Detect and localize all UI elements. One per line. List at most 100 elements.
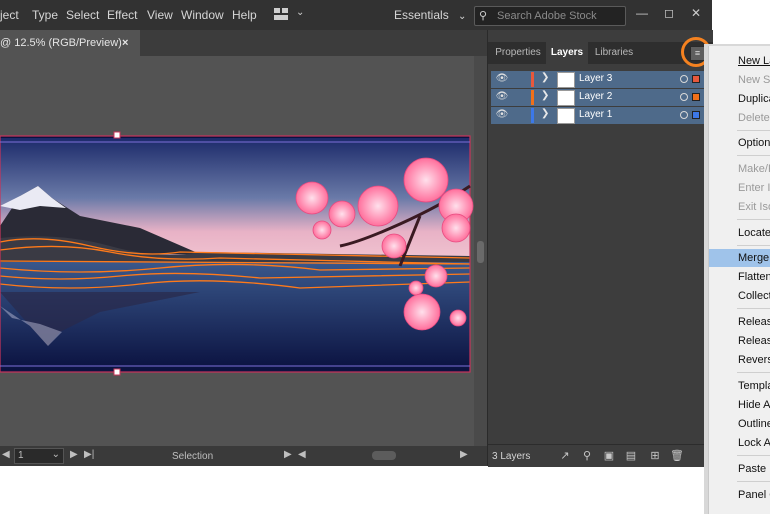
tab-properties[interactable]: Properties — [492, 42, 544, 64]
layer-row-2[interactable]: 👁 ❯ Layer 2 — [491, 89, 705, 107]
horizontal-scroll-thumb[interactable] — [372, 451, 396, 460]
clipping-mask-icon[interactable]: ▣ — [602, 449, 616, 463]
layer-target-icon[interactable] — [680, 93, 688, 101]
locate-object-icon[interactable]: ⚲ — [580, 449, 594, 463]
artboard-number: 1 — [18, 450, 24, 461]
artwork[interactable] — [0, 56, 474, 446]
menu-select[interactable]: Select — [66, 8, 99, 22]
layer-selection-square[interactable] — [692, 93, 700, 101]
close-window-button[interactable]: ✕ — [684, 2, 708, 24]
scrollbar-thumb[interactable] — [477, 241, 484, 263]
menu-delete: Delete — [709, 109, 770, 127]
expand-chevron-icon[interactable]: ❯ — [541, 108, 549, 119]
minimize-button[interactable]: — — [630, 2, 654, 24]
vertical-scrollbar[interactable] — [474, 56, 487, 446]
layer-name[interactable]: Layer 3 — [579, 73, 612, 84]
menu-flatten[interactable]: Flatten — [709, 268, 770, 286]
menu-effect[interactable]: Effect — [107, 8, 137, 22]
menu-duplicate[interactable]: Duplica — [709, 90, 770, 108]
menu-new-layer[interactable]: New La — [709, 52, 770, 70]
arrange-documents-icon[interactable] — [274, 8, 288, 20]
tab-libraries[interactable]: Libraries — [590, 42, 638, 64]
menu-view[interactable]: View — [147, 8, 173, 22]
menu-object[interactable]: ject — [0, 8, 19, 22]
scroll-right-icon[interactable]: ▶ — [460, 449, 468, 460]
layer-color-bar — [531, 72, 534, 87]
workspace-switcher[interactable]: Essentials ⌄ — [394, 8, 466, 22]
prev-artboard-icon[interactable]: ◀ — [2, 449, 10, 460]
layer-selection-square[interactable] — [692, 111, 700, 119]
layer-target-icon[interactable] — [680, 75, 688, 83]
layer-color-bar — [531, 108, 534, 123]
layer-name[interactable]: Layer 2 — [579, 91, 612, 102]
search-placeholder: Search Adobe Stock — [497, 10, 597, 22]
layer-name[interactable]: Layer 1 — [579, 109, 612, 120]
chevron-down-icon[interactable]: ⌄ — [296, 7, 304, 18]
layer-row-1[interactable]: 👁 ❯ Layer 1 — [491, 107, 705, 125]
menu-locate[interactable]: Locate — [709, 224, 770, 242]
search-icon: ⚲ — [479, 10, 488, 22]
menu-item-label: Duplica — [738, 93, 770, 105]
menu-item-label: Lock A — [738, 437, 770, 449]
menu-help[interactable]: Help — [232, 8, 257, 22]
menu-exit-isolation: Exit Iso — [709, 198, 770, 216]
menu-item-label: Exit Iso — [738, 201, 770, 213]
delete-layer-icon[interactable]: 🗑 — [670, 449, 684, 463]
chevron-down-icon: ⌄ — [458, 11, 467, 22]
menu-reverse-order[interactable]: Reverse — [709, 351, 770, 369]
menu-item-label: Make/R — [738, 163, 770, 175]
scroll-left-icon[interactable]: ◀ — [298, 449, 306, 460]
chevron-down-icon: ⌄ — [51, 449, 60, 460]
menu-lock-all[interactable]: Lock A — [709, 434, 770, 452]
maximize-button[interactable]: ◻ — [657, 2, 681, 24]
menu-item-label: Locate — [738, 227, 770, 239]
menu-release-build[interactable]: Release — [709, 332, 770, 350]
menu-hide-all[interactable]: Hide A — [709, 396, 770, 414]
new-sublayer-icon[interactable]: ▤ — [624, 449, 638, 463]
layers-panel: Properties Layers Libraries 👁 ❯ Layer 3 … — [487, 30, 713, 467]
menu-item-label: Release — [738, 316, 770, 328]
menu-window[interactable]: Window — [181, 8, 224, 22]
search-adobe-stock-input[interactable]: ⚲ Search Adobe Stock — [474, 6, 626, 26]
visibility-eye-icon[interactable]: 👁 — [495, 91, 509, 103]
panel-menu-icon[interactable]: ≡ — [690, 46, 705, 61]
tab-layers[interactable]: Layers — [546, 42, 588, 64]
artboard-number-field[interactable]: 1 ⌄ — [14, 448, 64, 464]
layer-thumbnail — [557, 108, 575, 124]
menu-collect[interactable]: Collect — [709, 287, 770, 305]
last-artboard-icon[interactable]: ▶| — [84, 449, 94, 460]
layer-selection-square[interactable] — [692, 75, 700, 83]
menu-item-label: Reverse — [738, 354, 770, 366]
expand-chevron-icon[interactable]: ❯ — [541, 72, 549, 83]
layer-row-3[interactable]: 👁 ❯ Layer 3 — [491, 71, 705, 89]
status-menu-icon[interactable]: ▶ — [284, 449, 292, 460]
menu-separator — [737, 219, 770, 220]
layer-thumbnail — [557, 90, 575, 106]
next-artboard-icon[interactable]: ▶ — [70, 449, 78, 460]
document-tab[interactable]: @ 12.5% (RGB/Preview) × — [0, 30, 140, 56]
menu-merge[interactable]: Merge — [709, 249, 770, 267]
menu-item-label: Flatten — [738, 271, 770, 283]
menu-separator — [737, 372, 770, 373]
menu-paste-remembers[interactable]: Paste R — [709, 460, 770, 478]
canvas-area[interactable] — [0, 56, 474, 446]
menu-outline[interactable]: Outline — [709, 415, 770, 433]
menu-panel-options[interactable]: Panel O — [709, 486, 770, 504]
close-tab-icon[interactable]: × — [122, 30, 128, 56]
new-layer-icon[interactable]: ⊞ — [648, 449, 662, 463]
expand-chevron-icon[interactable]: ❯ — [541, 90, 549, 101]
export-icon[interactable]: ↗ — [558, 449, 572, 463]
menu-release-sequence[interactable]: Release — [709, 313, 770, 331]
layers-panel-footer: 3 Layers ↗ ⚲ ▣ ▤ ⊞ 🗑 — [488, 444, 713, 467]
menu-type[interactable]: Type — [32, 8, 58, 22]
menu-separator — [737, 245, 770, 246]
menu-options[interactable]: Option — [709, 134, 770, 152]
layer-target-icon[interactable] — [680, 111, 688, 119]
visibility-eye-icon[interactable]: 👁 — [495, 73, 509, 85]
menu-item-label: Templa — [738, 380, 770, 392]
menu-template[interactable]: Templa — [709, 377, 770, 395]
layer-count: 3 Layers — [492, 451, 531, 462]
menu-bar: ject Type Select Effect View Window Help… — [0, 0, 712, 30]
layer-thumbnail — [557, 72, 575, 88]
visibility-eye-icon[interactable]: 👁 — [495, 109, 509, 121]
